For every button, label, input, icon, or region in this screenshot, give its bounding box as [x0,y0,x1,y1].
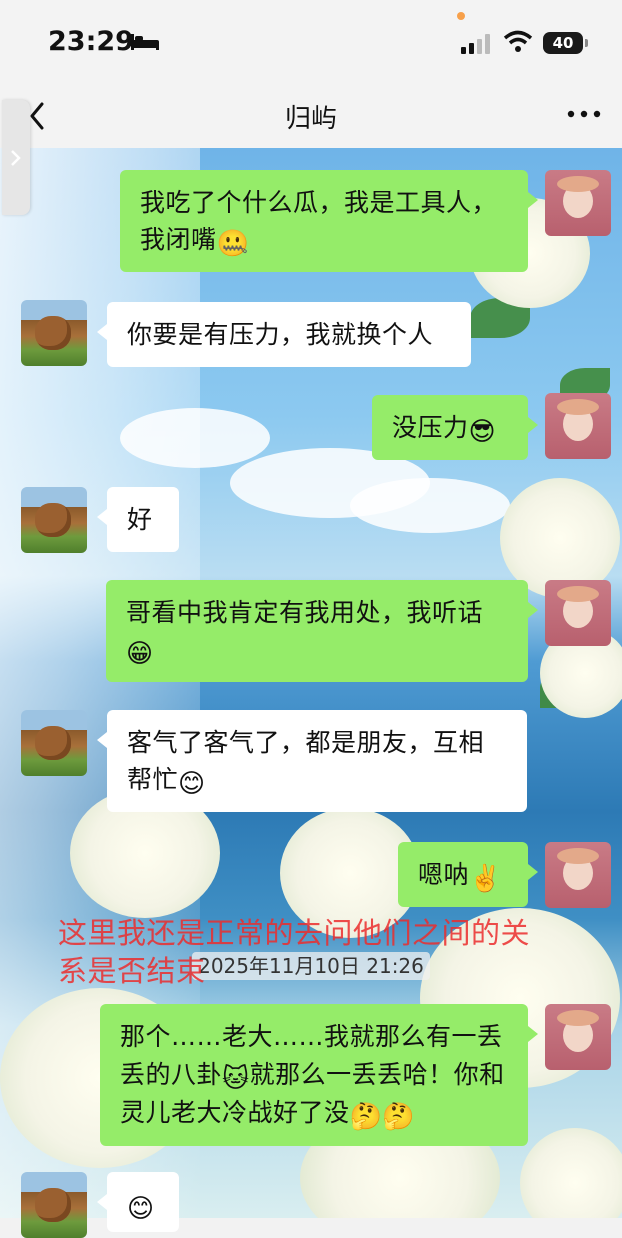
message-bubble-incoming[interactable]: 客气了客气了，都是朋友，互相帮忙😊 [97,710,527,812]
background-cloud [350,478,510,533]
status-bar: 23:29 40 [0,0,622,88]
my-avatar[interactable] [545,1004,611,1070]
my-avatar[interactable] [545,170,611,236]
emoji: 🤔🤔 [349,1102,416,1132]
background-flower [520,1128,622,1218]
emoji: 😊 [127,1194,155,1224]
emoji: 😊 [178,769,206,799]
chevron-right-icon [11,150,21,166]
more-options-icon[interactable] [566,108,602,120]
message-bubble-incoming[interactable]: 😊 [97,1172,179,1232]
wifi-icon [503,30,533,52]
battery-indicator: 40 [543,32,583,54]
message-bubble-incoming[interactable]: 好 [97,487,179,552]
message-text: 嗯呐 [418,860,470,889]
sleep-mode-icon [131,34,159,50]
message-bubble-outgoing[interactable]: 没压力😎 [372,395,538,460]
annotation-overlay-text: 这里我还是正常的去问他们之间的关系是否结束 [58,916,531,988]
my-avatar[interactable] [545,580,611,646]
my-avatar[interactable] [545,393,611,459]
side-drawer-handle[interactable] [2,100,30,215]
message-bubble-outgoing[interactable]: 哥看中我肯定有我用处，我听话 😁 [106,580,538,682]
friend-avatar[interactable] [21,710,87,776]
emoji: 🐱 [222,1064,250,1094]
emoji: 😁 [126,639,154,669]
chat-header: 归屿 [0,88,622,148]
friend-avatar[interactable] [21,487,87,553]
my-avatar[interactable] [545,842,611,908]
friend-avatar[interactable] [21,300,87,366]
chat-title: 归屿 [284,104,337,134]
emoji: ✌️ [469,864,502,894]
message-bubble-incoming[interactable]: 你要是有压力，我就换个人 [97,302,471,367]
message-bubble-outgoing[interactable]: 那个……老大……我就那么有一丢丢的八卦🐱就那么一丢丢哈！你和灵儿老大冷战好了没🤔… [100,1004,538,1146]
message-text: 你要是有压力，我就换个人 [127,320,434,349]
status-time: 23:29 [48,26,134,57]
battery-tip [585,39,588,47]
message-text: 没压力 [392,413,469,442]
privacy-indicator-icon [457,12,465,20]
message-text: 哥看中我肯定有我用处，我听话 [126,598,484,627]
message-bubble-outgoing[interactable]: 我吃了个什么瓜，我是工具人，我闭嘴🤐 [120,170,538,272]
signal-icon [461,34,490,54]
emoji: 🤐 [216,229,250,259]
message-text: 好 [127,505,153,534]
emoji: 😎 [468,417,497,447]
message-bubble-outgoing[interactable]: 嗯呐✌️ [398,842,538,907]
message-text: 我吃了个什么瓜，我是工具人，我闭嘴 [140,188,498,254]
friend-avatar[interactable] [21,1172,87,1238]
